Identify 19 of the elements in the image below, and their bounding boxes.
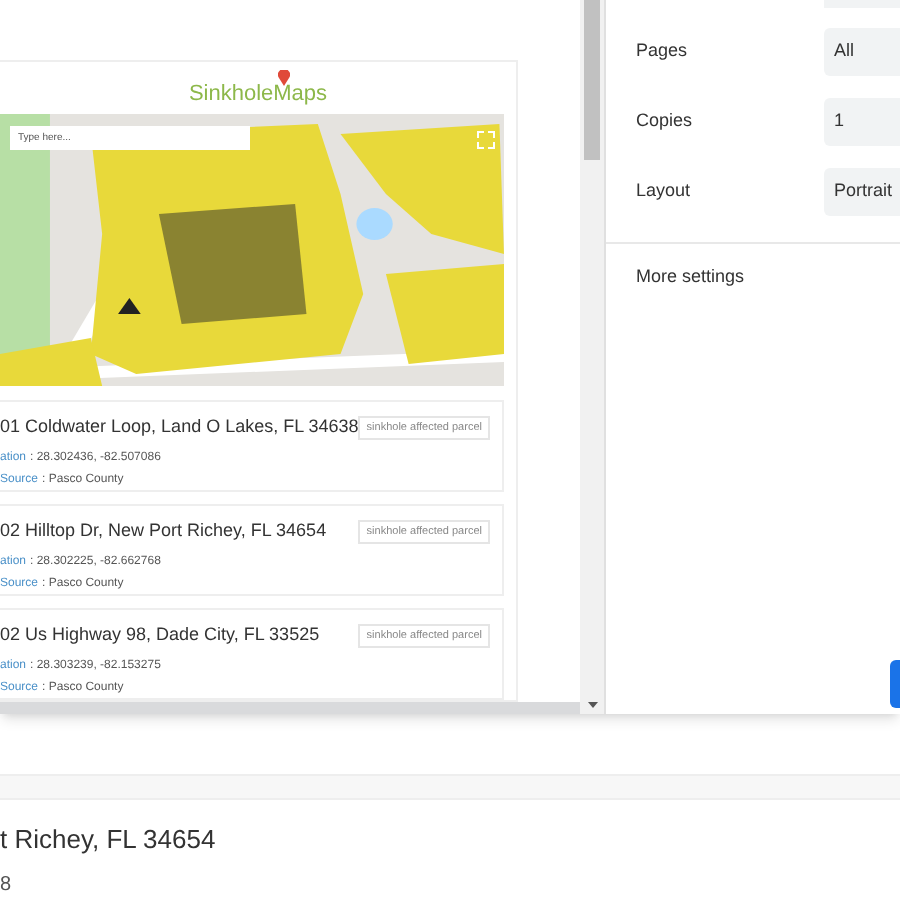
scrollbar[interactable] <box>580 0 604 714</box>
address: 02 Hilltop Dr, New Port Richey, FL 34654 <box>0 518 327 544</box>
setting-label: Copies <box>636 108 695 135</box>
setting-label: Layout <box>636 178 693 205</box>
scrollbar-thumb[interactable] <box>584 0 600 160</box>
map-pin-icon <box>278 69 291 85</box>
setting-select[interactable]: 1 <box>824 98 900 146</box>
detail-text: 8 <box>0 872 14 900</box>
setting-select[interactable]: Portrait <box>824 168 900 216</box>
fullscreen-icon[interactable] <box>475 130 496 150</box>
address: t Richey, FL 34654 <box>0 821 218 858</box>
setting-select[interactable]: All <box>824 28 900 76</box>
logo: SinkholeMaps <box>188 77 328 110</box>
address: 02 Us Highway 98, Dade City, FL 33525 <box>0 622 320 648</box>
address: 01 Coldwater Loop, Land O Lakes, FL 34638 <box>0 414 359 440</box>
scroll-down-icon[interactable] <box>587 702 597 708</box>
setting-label: Pages <box>636 38 690 65</box>
print-button[interactable] <box>890 660 900 708</box>
more-settings-link[interactable]: More settings <box>636 264 900 291</box>
